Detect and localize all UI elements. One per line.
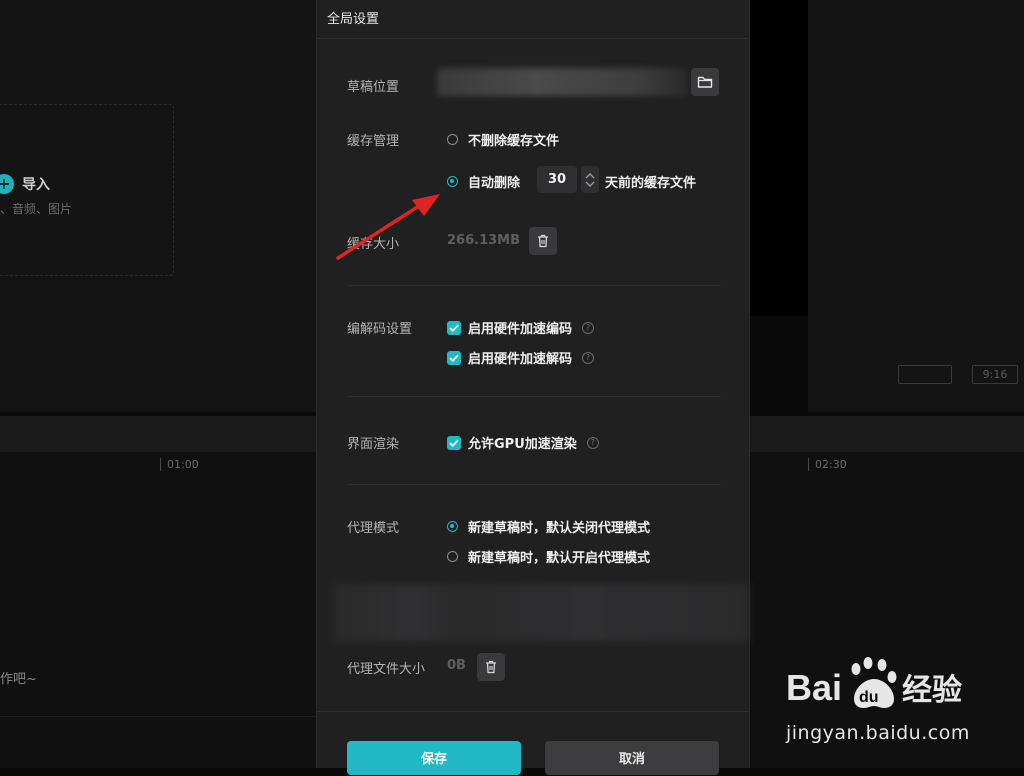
- import-hint: 、音频、图片: [0, 202, 73, 216]
- render-label: 界面渲染: [347, 437, 400, 452]
- watermark-url: jingyan.baidu.com: [786, 722, 970, 744]
- watermark-bai: Bai: [786, 667, 842, 708]
- watermark-du: du: [859, 689, 879, 706]
- draft-location-label: 草稿位置: [347, 80, 400, 95]
- baidu-watermark: Bai du 经验: [786, 655, 976, 723]
- trash-icon: [538, 234, 548, 248]
- cache-auto-option[interactable]: 自动删除: [447, 172, 520, 191]
- divider: [317, 711, 749, 712]
- cache-keep-label: 不删除缓存文件: [468, 134, 560, 149]
- preview-canvas: [748, 0, 808, 316]
- save-button[interactable]: 保存: [347, 741, 521, 775]
- check-icon: [449, 439, 459, 447]
- hw-decode-option[interactable]: 启用硬件加速解码 ?: [447, 348, 595, 367]
- timeline-hint: 作吧~: [0, 672, 37, 687]
- folder-icon: [697, 76, 713, 88]
- cache-keep-option[interactable]: 不删除缓存文件: [447, 130, 559, 149]
- blurred-setting-row: [333, 584, 749, 642]
- radio-keep[interactable]: [447, 134, 458, 145]
- divider: [347, 396, 721, 397]
- help-icon[interactable]: ?: [586, 436, 599, 449]
- proxy-mode-label: 代理模式: [347, 521, 400, 536]
- clear-proxy-button[interactable]: [477, 653, 505, 681]
- cache-management-label: 缓存管理: [347, 134, 400, 149]
- watermark-cn: 经验: [902, 673, 962, 708]
- help-icon[interactable]: ?: [582, 351, 595, 364]
- proxy-off-label: 新建草稿时，默认关闭代理模式: [468, 521, 651, 536]
- clear-cache-button[interactable]: [529, 227, 557, 255]
- divider: [347, 484, 721, 485]
- check-icon: [449, 324, 459, 332]
- ratio-button[interactable]: 9:16: [972, 365, 1018, 384]
- gpu-render-option[interactable]: 允许GPU加速渲染 ?: [447, 433, 599, 452]
- days-stepper[interactable]: [581, 166, 599, 193]
- proxy-size-label: 代理文件大小: [347, 662, 426, 677]
- chevron-up-icon[interactable]: [585, 172, 595, 179]
- chevron-down-icon[interactable]: [585, 181, 595, 187]
- annotation-arrow-icon: [336, 194, 440, 260]
- proxy-on-label: 新建草稿时，默认开启代理模式: [468, 551, 651, 566]
- proxy-on-option[interactable]: 新建草稿时，默认开启代理模式: [447, 547, 650, 566]
- divider: [317, 38, 749, 39]
- help-icon[interactable]: ?: [582, 321, 595, 334]
- hw-encode-option[interactable]: 启用硬件加速编码 ?: [447, 318, 595, 337]
- properties-panel: [808, 0, 1024, 412]
- original-ratio-button[interactable]: [898, 365, 952, 384]
- dialog-title: 全局设置: [327, 12, 380, 27]
- hw-decode-checkbox[interactable]: [447, 350, 461, 365]
- radio-proxy-on[interactable]: [447, 551, 458, 562]
- cancel-button[interactable]: 取消: [545, 741, 719, 775]
- hw-encode-label: 启用硬件加速编码: [468, 322, 573, 337]
- days-suffix: 天前的缓存文件: [605, 176, 697, 191]
- hw-encode-checkbox[interactable]: [447, 320, 461, 335]
- gpu-render-label: 允许GPU加速渲染: [468, 437, 577, 452]
- hw-decode-label: 启用硬件加速解码: [468, 352, 573, 367]
- baidu-logo: Bai du 经验: [786, 657, 962, 708]
- codec-label: 编解码设置: [347, 322, 413, 337]
- check-icon: [449, 354, 459, 362]
- import-label[interactable]: 导入: [22, 174, 50, 194]
- divider: [0, 716, 316, 717]
- radio-proxy-off[interactable]: [447, 521, 458, 532]
- global-settings-dialog: 全局设置 草稿位置 缓存管理 不删除缓存文件 自动删除 30 天前的缓存文件 缓…: [316, 0, 750, 775]
- timeline-tick: 01:00: [160, 458, 199, 471]
- browse-folder-button[interactable]: [691, 68, 719, 96]
- divider: [347, 285, 721, 286]
- radio-auto[interactable]: [447, 176, 458, 187]
- trash-icon: [486, 660, 496, 674]
- days-input[interactable]: 30: [537, 166, 577, 193]
- cache-size-value: 266.13MB: [447, 233, 521, 248]
- draft-location-path[interactable]: [437, 68, 687, 96]
- proxy-off-option[interactable]: 新建草稿时，默认关闭代理模式: [447, 517, 650, 536]
- gpu-render-checkbox[interactable]: [447, 435, 461, 450]
- timeline-tick: 02:30: [808, 458, 847, 471]
- cache-auto-label: 自动删除: [468, 176, 521, 191]
- proxy-size-value: 0B: [447, 658, 466, 673]
